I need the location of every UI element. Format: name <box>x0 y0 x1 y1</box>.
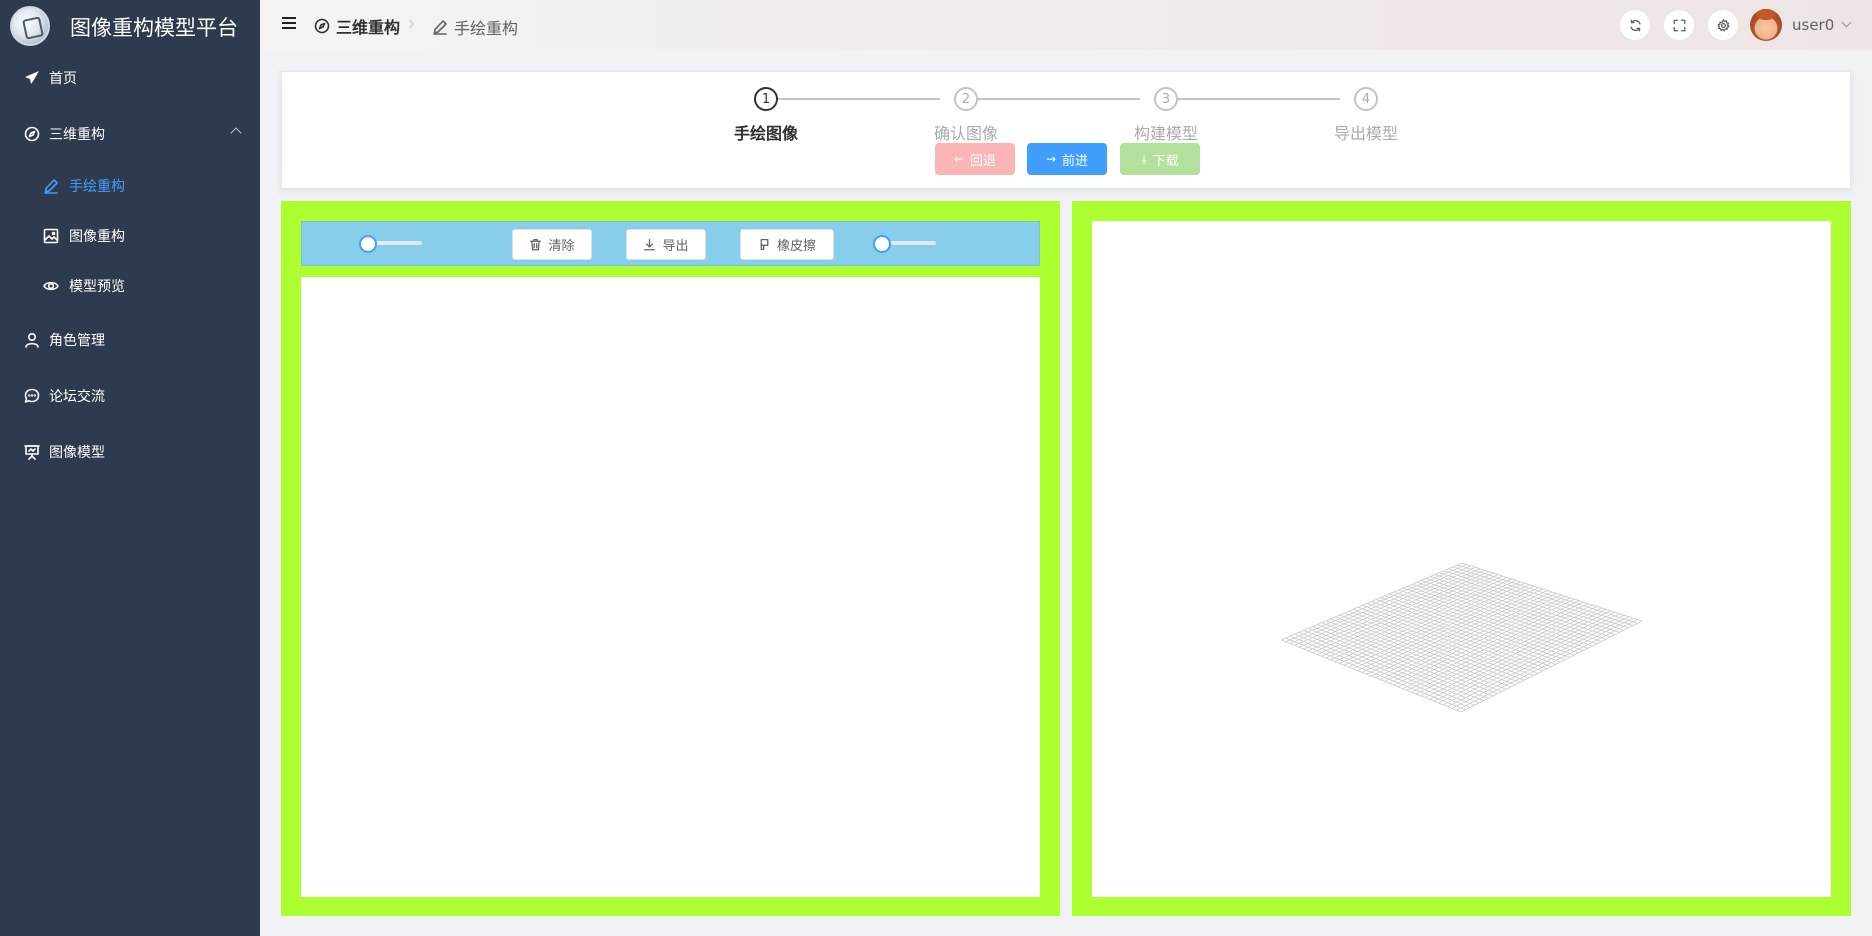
sidebar-item-role-management[interactable]: 角色管理 <box>0 315 260 365</box>
sidebar-item-label: 角色管理 <box>49 333 105 349</box>
download-icon: ⤓ <box>1141 151 1147 166</box>
breadcrumb-item-3d-reconstruction[interactable]: 三维重构 <box>314 14 400 38</box>
pencil-icon <box>432 19 448 35</box>
sidebar-item-home[interactable]: 首页 <box>0 53 260 103</box>
grid-line <box>1294 633 1475 706</box>
breadcrumb-label: 三维重构 <box>336 18 401 37</box>
sidebar: 图像重构模型平台 首页 三维重构 手绘重构 图像重构 模型预览 角色管理 论坛交… <box>0 0 260 936</box>
breadcrumb-item-sketch-reconstruction: 手绘重构 <box>432 15 518 39</box>
sidebar-item-label: 手绘重构 <box>69 179 125 195</box>
eye-icon <box>43 278 59 294</box>
download-button-label: 下载 <box>1152 153 1179 169</box>
app-logo[interactable]: 图像重构模型平台 <box>0 0 260 50</box>
step-1-icon: 1 <box>754 87 778 111</box>
clear-button[interactable]: 清除 <box>512 229 592 260</box>
sidebar-item-image-reconstruction[interactable]: 图像重构 <box>0 211 260 261</box>
step-2-title: 确认图像 <box>934 124 999 143</box>
back-button[interactable]: ← 回退 <box>935 143 1015 175</box>
breadcrumb-label: 手绘重构 <box>454 19 519 38</box>
grid-line <box>1303 630 1484 701</box>
step-3-icon: 3 <box>1154 87 1178 111</box>
chevron-up-icon <box>230 127 242 139</box>
avatar[interactable] <box>1750 9 1782 41</box>
sidebar-item-label: 模型预览 <box>69 279 125 295</box>
logo-icon <box>10 6 50 46</box>
sidebar-item-image-model[interactable]: 图像模型 <box>0 427 260 477</box>
fullscreen-icon <box>1673 19 1686 32</box>
brush-size-slider[interactable] <box>359 235 429 253</box>
refresh-button[interactable] <box>1620 10 1650 40</box>
next-button-label: 前进 <box>1062 153 1089 169</box>
step-1-title: 手绘图像 <box>734 124 799 143</box>
sidebar-item-3d-reconstruction[interactable]: 三维重构 <box>0 109 260 159</box>
chevron-down-icon[interactable] <box>1841 17 1852 28</box>
next-button[interactable]: → 前进 <box>1027 143 1107 175</box>
eraser-icon <box>758 238 777 251</box>
refresh-icon <box>1629 19 1642 32</box>
sidebar-item-label: 图像模型 <box>49 445 105 461</box>
model-panel <box>1072 201 1851 916</box>
eraser-size-slider[interactable] <box>873 235 943 253</box>
image-icon <box>43 228 59 244</box>
compass-icon <box>314 18 330 34</box>
step-connector <box>768 98 940 100</box>
step-connector <box>1168 98 1340 100</box>
presentation-icon <box>24 444 40 460</box>
download-button[interactable]: ⤓ 下载 <box>1120 143 1200 175</box>
paper-plane-icon <box>24 70 40 86</box>
sidebar-item-label: 首页 <box>49 71 77 87</box>
arrow-right-icon: → <box>1045 152 1057 166</box>
sidebar-item-label: 图像重构 <box>69 229 125 245</box>
eraser-button-label: 橡皮擦 <box>776 239 816 254</box>
clear-button-label: 清除 <box>548 239 575 254</box>
trash-icon <box>529 238 548 251</box>
back-button-label: 回退 <box>970 153 997 169</box>
step-3-title: 构建模型 <box>1134 124 1199 143</box>
steps-card: 1 2 3 4 手绘图像 确认图像 构建模型 导出模型 ← 回退 → 前进 ⤓ … <box>281 71 1851 189</box>
user-name[interactable]: user0 <box>1792 16 1834 34</box>
settings-button[interactable] <box>1708 10 1738 40</box>
drawing-panel: 清除 导出 橡皮擦 <box>281 201 1060 916</box>
sidebar-item-label: 三维重构 <box>49 127 105 143</box>
breadcrumb-separator-icon <box>405 19 415 29</box>
menu-toggle-icon[interactable] <box>282 17 298 31</box>
ground-grid <box>1280 562 1643 713</box>
step-4-icon: 4 <box>1354 87 1378 111</box>
slider-thumb[interactable] <box>359 235 377 253</box>
download-icon <box>643 238 662 251</box>
app-title: 图像重构模型平台 <box>70 16 238 40</box>
export-button[interactable]: 导出 <box>626 229 706 260</box>
user-icon <box>24 332 40 348</box>
arrow-left-icon: ← <box>953 152 965 166</box>
settings-icon <box>1716 18 1730 32</box>
compass-icon <box>24 126 40 142</box>
slider-thumb[interactable] <box>873 235 891 253</box>
sidebar-item-forum[interactable]: 论坛交流 <box>0 371 260 421</box>
chat-icon <box>24 388 40 404</box>
export-button-label: 导出 <box>662 239 689 254</box>
step-2-icon: 2 <box>954 87 978 111</box>
sidebar-item-label: 论坛交流 <box>49 389 105 405</box>
grid-line <box>1298 631 1480 704</box>
step-connector <box>968 98 1140 100</box>
eraser-button[interactable]: 橡皮擦 <box>740 229 834 260</box>
sidebar-item-sketch-reconstruction[interactable]: 手绘重构 <box>0 161 260 211</box>
drawing-canvas[interactable] <box>301 277 1040 897</box>
fullscreen-button[interactable] <box>1664 10 1694 40</box>
pencil-icon <box>43 178 59 194</box>
step-4-title: 导出模型 <box>1334 124 1399 143</box>
grid-line <box>1289 635 1471 708</box>
top-header: 三维重构 手绘重构 user0 <box>260 0 1872 50</box>
model-viewer[interactable] <box>1092 221 1831 897</box>
drawing-toolbar: 清除 导出 橡皮擦 <box>301 221 1040 266</box>
sidebar-item-model-preview[interactable]: 模型预览 <box>0 261 260 311</box>
grid-line <box>1308 628 1489 699</box>
